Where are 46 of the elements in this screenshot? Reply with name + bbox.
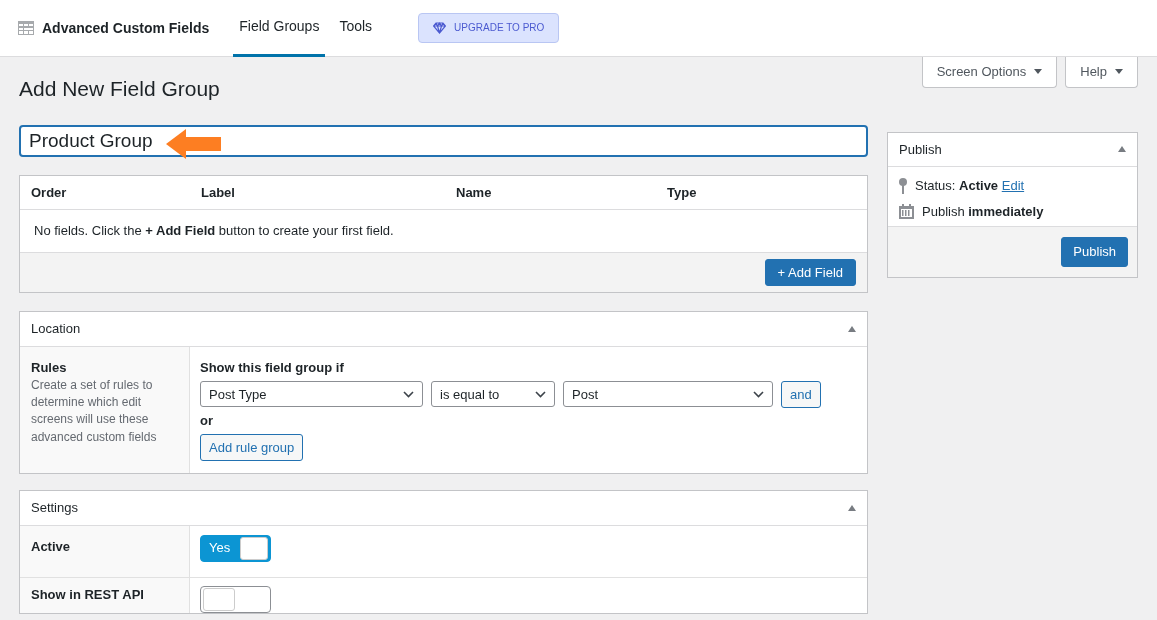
panel-title: Settings: [31, 499, 78, 517]
add-field-button[interactable]: + Add Field: [764, 258, 856, 287]
select-field[interactable]: Post Type: [200, 381, 423, 408]
panel-title: Location: [31, 320, 81, 338]
select-field[interactable]: is equal to: [431, 381, 555, 408]
collapse-icon[interactable]: [848, 326, 856, 333]
schedule-text: Publish immediately: [922, 202, 1044, 221]
or-label: or: [200, 412, 214, 430]
setting-label: Active: [31, 538, 71, 554]
column-header: Type: [667, 183, 697, 202]
calendar-icon: [899, 203, 914, 219]
rules-description: Create a set of rules to determine which edit screens will use these advanced custom fields: [31, 376, 158, 446]
status-text: Status: Active Edit: [915, 177, 1025, 195]
upgrade-button[interactable]: UPGRADE TO PRO: [418, 13, 560, 43]
app-title: Advanced Custom Fields: [42, 18, 210, 38]
table-icon: [18, 21, 34, 35]
caret-icon: [1034, 69, 1043, 75]
rules-label: Rules: [31, 359, 68, 377]
collapse-icon[interactable]: [848, 504, 856, 511]
screen-option-button[interactable]: Help: [1065, 57, 1138, 88]
chevron-icon: [753, 390, 764, 398]
edit-link[interactable]: Edit: [1001, 178, 1025, 194]
nav-tab[interactable]: Field Groups: [233, 0, 326, 57]
chevron-icon: [535, 390, 546, 398]
empty-message: No fields. Click the + Add Field button to create your first field.: [33, 222, 395, 241]
diamond-icon: [433, 22, 447, 34]
column-header: Label: [201, 183, 236, 202]
select-field[interactable]: Post: [563, 381, 773, 408]
and-button[interactable]: and: [781, 380, 821, 409]
column-header: Order: [31, 183, 68, 202]
setting-label: Show in REST API: [31, 587, 144, 603]
panel-title: Publish: [899, 140, 942, 159]
publish-button[interactable]: Publish: [1061, 237, 1128, 267]
title-field[interactable]: Product Group: [19, 125, 868, 157]
condition-label: Show this field group if: [200, 359, 345, 377]
column-header: Name: [456, 183, 493, 202]
pin-icon: [899, 177, 907, 194]
add-rule-group-button[interactable]: Add rule group: [200, 433, 304, 462]
toggle-switch[interactable]: [200, 586, 271, 614]
chevron-icon: [403, 390, 414, 398]
pointer-arrow: [166, 129, 221, 160]
page-title: Add New Field Group: [19, 76, 220, 102]
collapse-icon[interactable]: [1118, 146, 1126, 153]
caret-icon: [1115, 69, 1123, 75]
screen-option-button[interactable]: Screen Options: [921, 57, 1058, 88]
nav-tab[interactable]: Tools: [333, 0, 379, 57]
